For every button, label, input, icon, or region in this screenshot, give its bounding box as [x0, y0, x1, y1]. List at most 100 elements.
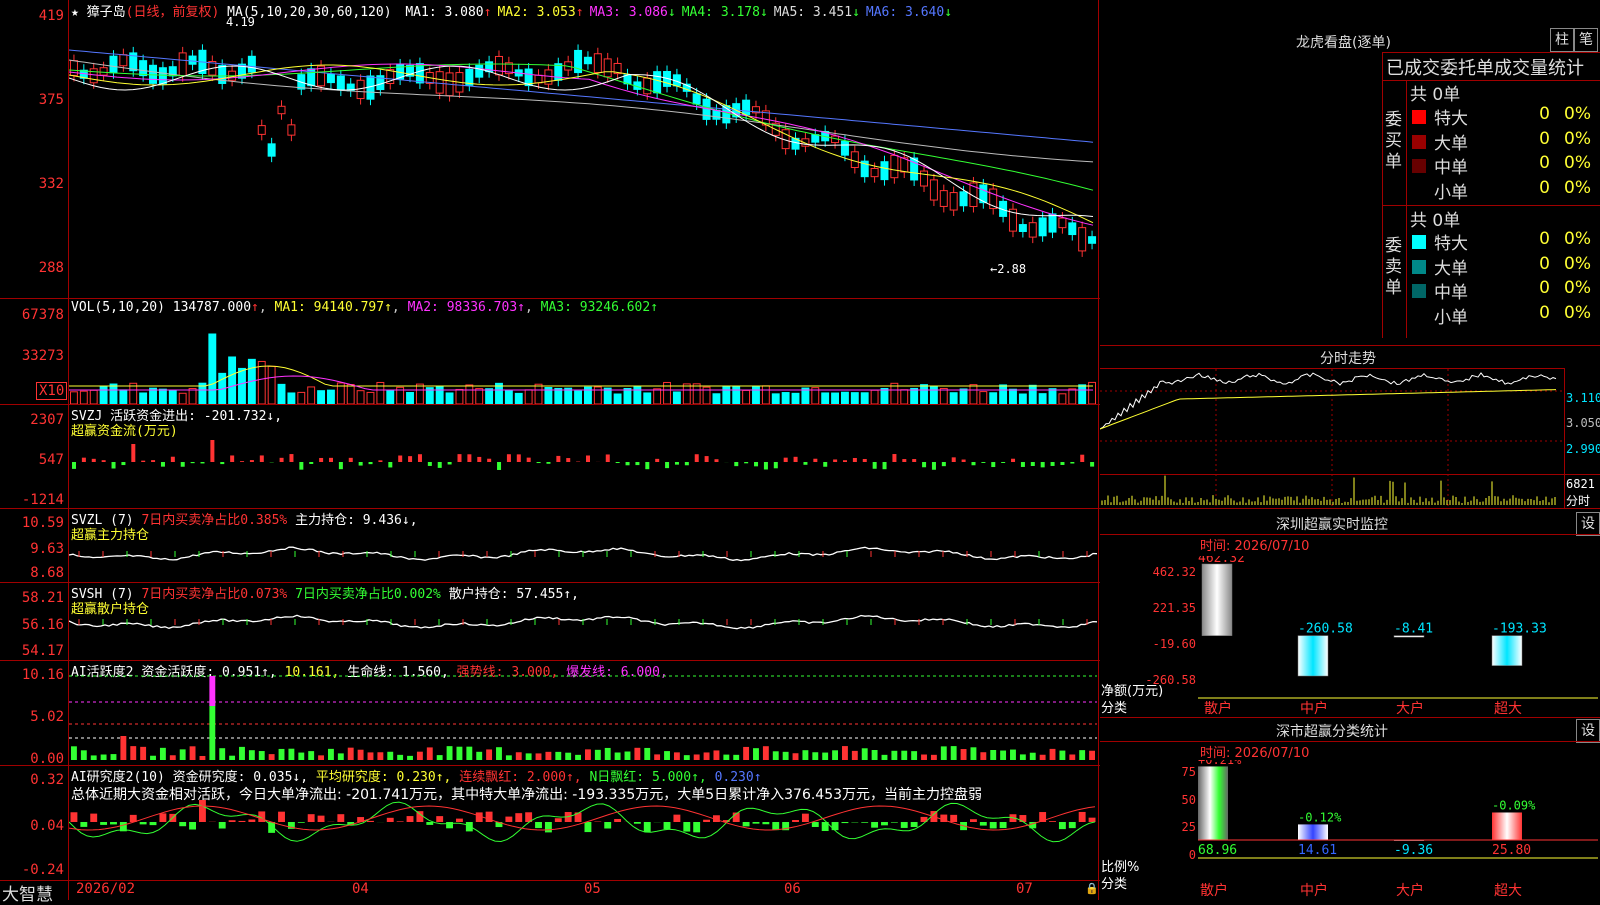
svzj-chart[interactable]: [69, 440, 1097, 506]
flow-bar: [616, 462, 620, 463]
activity-bar: [684, 755, 690, 760]
net-bar: [1492, 636, 1522, 666]
flow-bar: [1051, 462, 1055, 466]
sz-monitor-title: 深圳超赢实时监控: [1276, 514, 1388, 534]
order-count: 0: [1532, 278, 1550, 298]
activity-peak: [209, 676, 215, 706]
sell-orders-label: 委卖单: [1385, 236, 1405, 299]
research-bar: [150, 822, 157, 825]
flow-bar: [112, 462, 116, 468]
activity-bar: [496, 747, 502, 760]
research-bar: [832, 822, 839, 830]
sz-stats-chart[interactable]: +0.21%-0.12%-0.09%68.9614.61-9.3625.80: [1198, 760, 1598, 878]
research-bar: [673, 815, 680, 822]
intraday-chart[interactable]: [1100, 369, 1564, 507]
activity-bar: [694, 754, 700, 760]
research-bar: [950, 815, 957, 822]
column-view-button[interactable]: 柱: [1550, 28, 1574, 52]
volume-bar: [723, 387, 730, 404]
x-axis-label: 07: [1016, 881, 1033, 897]
activity-bar: [783, 752, 789, 760]
candle: [258, 126, 265, 135]
volume-bar: [634, 387, 641, 404]
flow-bar: [883, 462, 887, 469]
sz-monitor-settings-button[interactable]: 设: [1576, 512, 1600, 536]
flow-bar: [962, 460, 966, 462]
activity-bar: [654, 754, 660, 760]
candlestick-chart[interactable]: [69, 20, 1097, 296]
tick-view-button[interactable]: 笔: [1574, 28, 1598, 52]
volume-bar: [308, 387, 315, 404]
volume-bar: [950, 393, 957, 404]
flow-bar: [131, 444, 135, 462]
activity-bar: [1050, 749, 1056, 760]
volume-bar: [832, 393, 839, 404]
volume-bar: [71, 392, 78, 404]
flow-bar: [981, 462, 985, 463]
stock-name[interactable]: 獐子岛: [87, 5, 126, 20]
svzl-chart[interactable]: [69, 530, 1097, 582]
flow-bar: [82, 458, 86, 462]
activity-bar: [565, 753, 571, 760]
chart-area[interactable]: ★ 獐子岛(日线，前复权) MA(5,10,20,30,60,120) MA1:…: [0, 0, 1100, 900]
order-count: 0: [1532, 303, 1550, 323]
volume-bar: [743, 390, 750, 404]
order-count: 0: [1532, 104, 1550, 124]
lock-icon[interactable]: 🔒: [1085, 882, 1099, 895]
volume-bar: [239, 368, 246, 404]
order-swatch: [1412, 135, 1426, 149]
activity-bar: [417, 752, 423, 760]
flow-bar: [912, 459, 916, 462]
sz-monitor-chart[interactable]: 462.32-260.58-8.41-193.33: [1198, 556, 1598, 700]
activity-bar: [466, 747, 472, 760]
volume-bar: [535, 384, 542, 404]
volume-bar: [644, 393, 651, 404]
sz-monitor-categories: 散户中户大户超大: [1198, 698, 1598, 716]
research-bar: [753, 822, 760, 824]
flow-bar: [220, 462, 224, 464]
activity-bar: [536, 753, 542, 760]
buy-orders-label: 委买单: [1385, 110, 1405, 173]
order-pct: 0%: [1564, 303, 1591, 323]
research-bar: [792, 820, 799, 822]
flow-bar: [853, 458, 857, 462]
volume-bar: [476, 389, 483, 404]
sz-stats-y-label: 75: [1150, 765, 1196, 779]
value-label: 25.80: [1492, 843, 1531, 858]
flow-bar: [685, 462, 689, 465]
activity-bar: [990, 750, 996, 760]
order-row: 大单00%: [1408, 254, 1600, 278]
flow-bar: [250, 460, 254, 462]
activity-bar: [842, 746, 848, 760]
volume-bar: [357, 391, 364, 404]
flow-bar: [803, 462, 807, 465]
period-label[interactable]: (日线，前复权): [126, 5, 220, 20]
y-label: 375: [0, 92, 64, 108]
order-swatch: [1412, 260, 1426, 274]
flow-bar: [892, 454, 896, 462]
svsh-y-label: 56.16: [0, 617, 64, 633]
candle: [476, 65, 483, 77]
flow-bar: [715, 459, 719, 462]
candle: [495, 56, 502, 74]
activity-bar: [338, 753, 344, 760]
ai1-chart[interactable]: [69, 672, 1097, 764]
svsh-chart[interactable]: [69, 600, 1097, 658]
activity-bar: [674, 752, 680, 760]
activity-bar: [763, 746, 769, 760]
candle: [743, 100, 750, 115]
flow-bar: [309, 462, 313, 464]
activity-bar: [457, 747, 463, 760]
sz-stats-settings-button[interactable]: 设: [1576, 719, 1600, 743]
volume-bar: [1079, 385, 1086, 404]
volume-chart[interactable]: [69, 318, 1097, 404]
order-row: 特大00%: [1408, 229, 1600, 253]
flow-bar: [151, 460, 155, 462]
volume-bar: [733, 386, 740, 404]
ai2-chart[interactable]: [69, 800, 1097, 878]
net-bar: [1298, 636, 1328, 676]
candle: [604, 59, 611, 77]
research-bar: [140, 822, 147, 824]
ai2-y-label: 0.32: [0, 772, 64, 788]
research-bar: [278, 812, 285, 822]
